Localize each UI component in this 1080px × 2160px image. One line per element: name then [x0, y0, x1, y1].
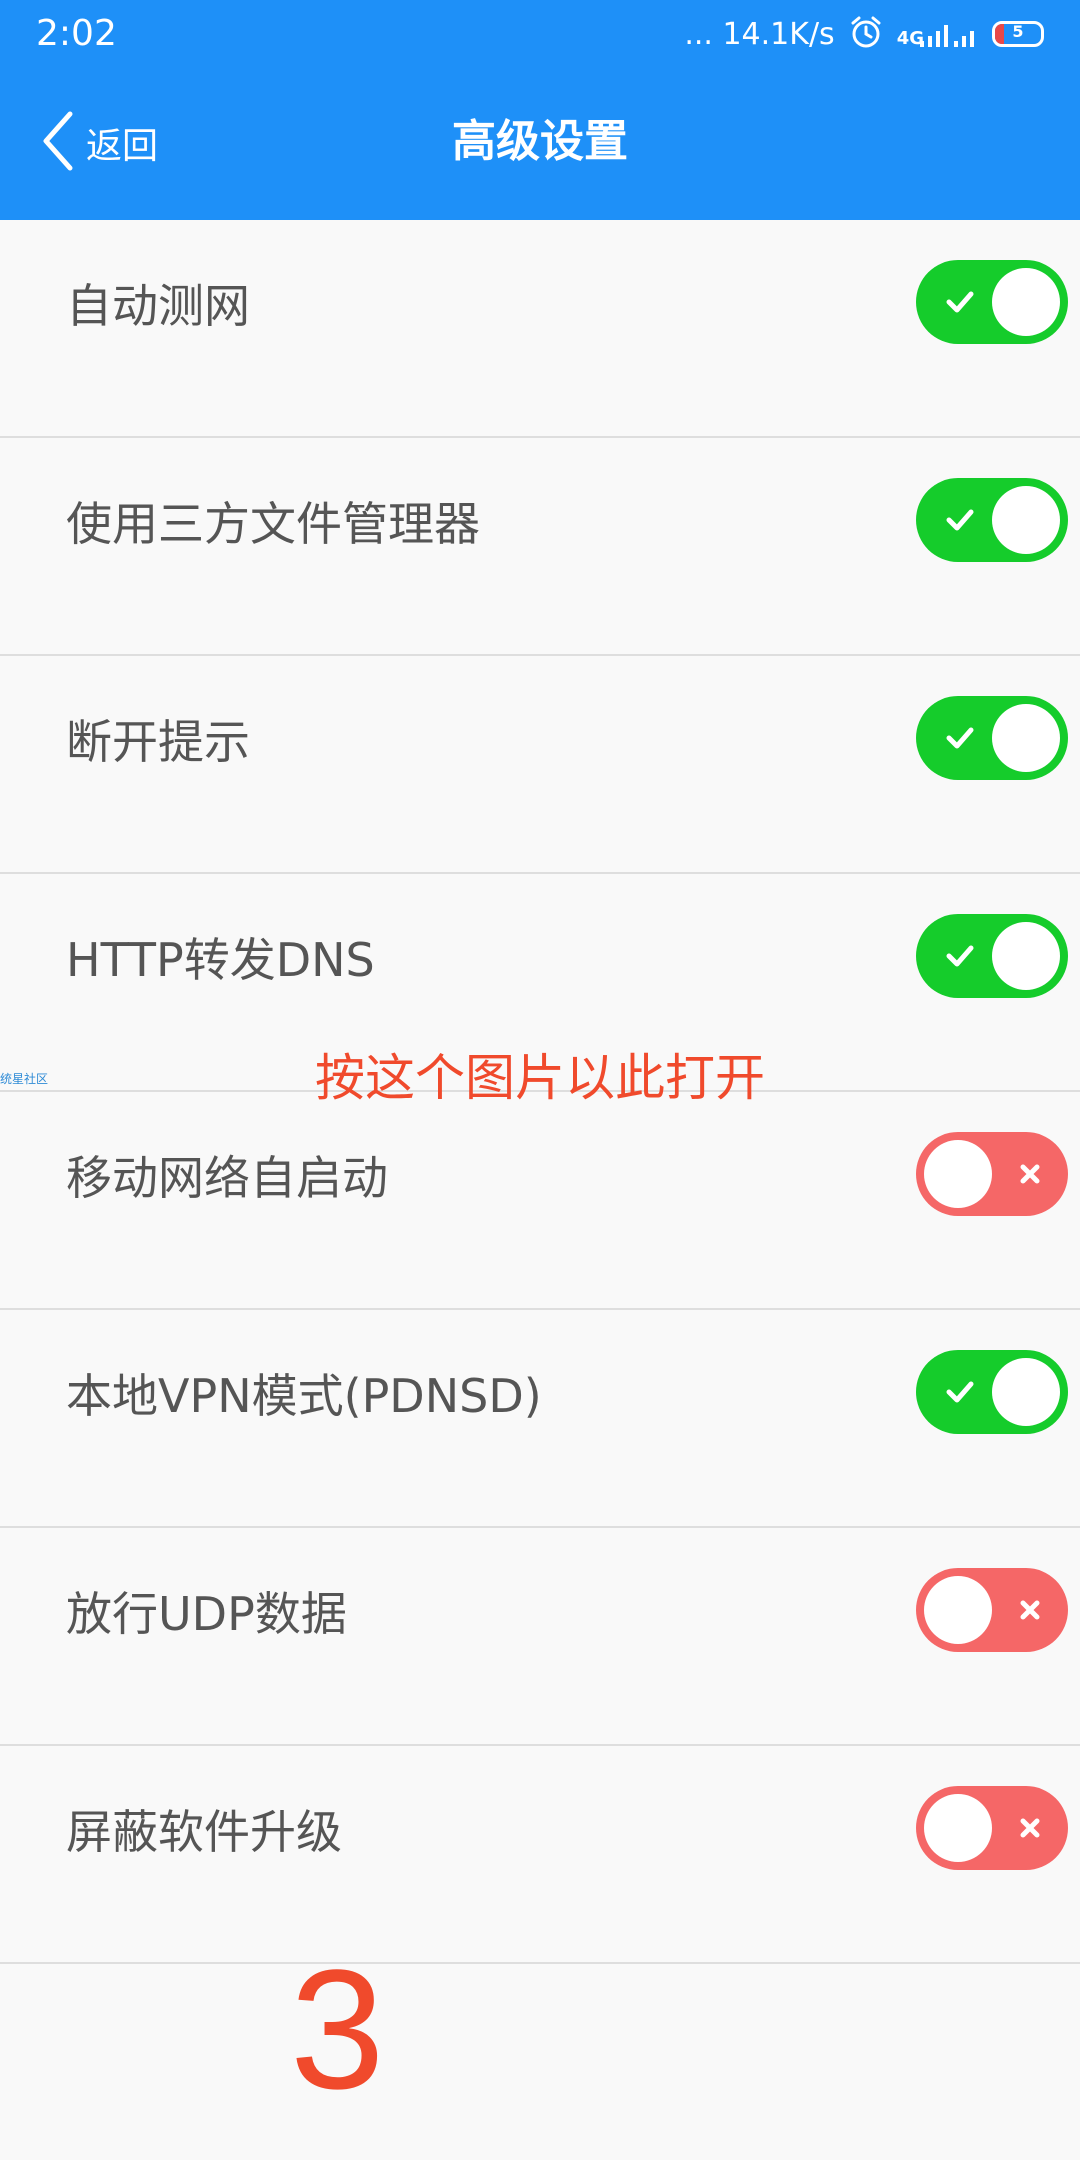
setting-label: 移动网络自启动: [66, 1151, 388, 1205]
status-bar: 2:02 ... 14.1K/s 4G 5: [0, 0, 1080, 68]
setting-label: HTTP转发DNS: [66, 933, 375, 987]
setting-label: 屏蔽软件升级: [66, 1805, 342, 1859]
toggle-switch[interactable]: [916, 914, 1068, 998]
setting-label: 自动测网: [66, 279, 250, 333]
toggle-switch[interactable]: [916, 1132, 1068, 1216]
close-icon: [1020, 1600, 1040, 1620]
toggle-knob: [992, 1358, 1060, 1426]
network-speed: ... 14.1K/s: [684, 16, 835, 52]
setting-row-block-updates: 屏蔽软件升级: [0, 1746, 1080, 1964]
close-icon: [1020, 1818, 1040, 1838]
setting-label: 本地VPN模式(PDNSD): [66, 1369, 542, 1423]
battery-icon: 5: [992, 21, 1044, 47]
alarm-icon: [849, 15, 883, 53]
setting-row-local-vpn: 本地VPN模式(PDNSD): [0, 1310, 1080, 1528]
toggle-knob: [924, 1140, 992, 1208]
toggle-switch[interactable]: [916, 260, 1068, 344]
signal-icon: 4G: [897, 19, 978, 49]
page-title: 高级设置: [452, 116, 628, 167]
setting-row-disconnect-notice: 断开提示: [0, 656, 1080, 874]
toggle-switch[interactable]: [916, 478, 1068, 562]
status-indicators: ... 14.1K/s 4G 5: [684, 12, 1044, 56]
toggle-switch[interactable]: [916, 1786, 1068, 1870]
nav-bar: 返回 高级设置: [0, 68, 1080, 220]
close-icon: [1020, 1164, 1040, 1184]
toggle-knob: [992, 922, 1060, 990]
toggle-knob: [992, 268, 1060, 336]
setting-label: 断开提示: [66, 715, 250, 769]
page: 2:02 ... 14.1K/s 4G 5 返回 高级设置 自动测网 使用三方文…: [0, 0, 1080, 2160]
toggle-knob: [992, 704, 1060, 772]
toggle-switch[interactable]: [916, 1568, 1068, 1652]
status-time: 2:02: [36, 13, 117, 54]
check-icon: [946, 291, 974, 313]
toggle-switch[interactable]: [916, 1350, 1068, 1434]
toggle-knob: [992, 486, 1060, 554]
check-icon: [946, 727, 974, 749]
check-icon: [946, 509, 974, 531]
setting-row-auto-network-test: 自动测网: [0, 220, 1080, 438]
setting-row-allow-udp: 放行UDP数据: [0, 1528, 1080, 1746]
annotation-number: 3: [290, 1935, 385, 2125]
annotation-instruction: 按这个图片以此打开: [315, 1049, 765, 1107]
check-icon: [946, 945, 974, 967]
check-icon: [946, 1381, 974, 1403]
app-header: 2:02 ... 14.1K/s 4G 5 返回 高级设置: [0, 0, 1080, 220]
setting-label: 放行UDP数据: [66, 1587, 347, 1641]
setting-row-mobile-autostart: 移动网络自启动: [0, 1092, 1080, 1310]
toggle-knob: [924, 1794, 992, 1862]
setting-label: 使用三方文件管理器: [66, 497, 480, 551]
toggle-knob: [924, 1576, 992, 1644]
battery-level: 5: [1012, 22, 1024, 41]
toggle-switch[interactable]: [916, 696, 1068, 780]
setting-row-third-party-file-manager: 使用三方文件管理器: [0, 438, 1080, 656]
